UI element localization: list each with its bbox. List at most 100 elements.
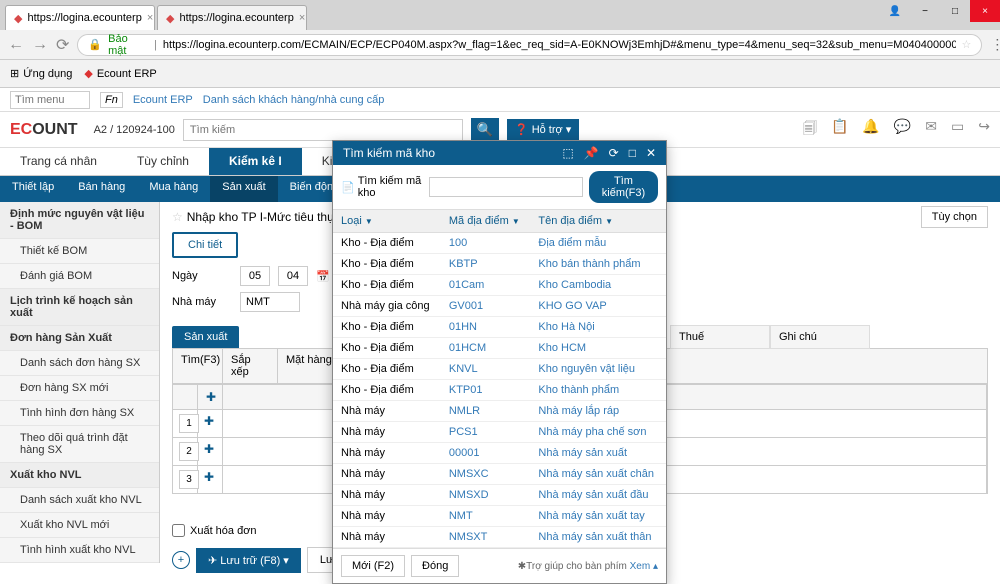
add-row-icon[interactable]: ✚ xyxy=(206,390,216,404)
cell-name[interactable]: Kho bán thành phẩm xyxy=(530,254,666,275)
row-number[interactable]: 1 xyxy=(179,414,199,433)
url-input[interactable]: 🔒 Bảo mật | https://logina.ecounterp.com… xyxy=(77,34,982,56)
grid-sort[interactable]: Sắp xếp xyxy=(223,349,278,383)
note-icon[interactable]: 🗐 xyxy=(803,118,817,142)
cell-name[interactable]: Địa điểm mẫu xyxy=(530,233,666,254)
subtab-production[interactable]: Sản xuất xyxy=(210,176,277,202)
ecount-bookmark[interactable]: ◆ Ecount ERP xyxy=(84,67,156,80)
maximize-button[interactable]: □ xyxy=(940,0,970,22)
table-row[interactable]: Kho - Địa điểm01HNKho Hà Nội xyxy=(333,317,666,338)
cell-name[interactable]: Kho Cambodia xyxy=(530,275,666,296)
sidebar-item[interactable]: Định mức nguyên vật liệu - BOM xyxy=(0,202,159,239)
tab-customize[interactable]: Tùy chỉnh xyxy=(117,148,209,175)
back-button[interactable]: ← xyxy=(8,36,24,54)
table-row[interactable]: Kho - Địa điểm01CamKho Cambodia xyxy=(333,275,666,296)
cell-name[interactable]: Nhà máy lắp ráp xyxy=(530,401,666,422)
pin-icon[interactable]: 📌 xyxy=(584,146,599,160)
table-row[interactable]: Kho - Địa điểm100Địa điểm mẫu xyxy=(333,233,666,254)
refresh-icon[interactable]: ⟳ xyxy=(609,146,619,160)
row-add-icon[interactable]: ✚ xyxy=(204,414,214,428)
date-input-2[interactable] xyxy=(278,266,308,286)
bookmark-star-icon[interactable]: ☆ xyxy=(962,38,972,51)
cell-name[interactable]: Nhà máy sản xuất tay xyxy=(530,506,666,527)
cell-code[interactable]: 01HN xyxy=(441,317,531,338)
cell-code[interactable]: KBTP xyxy=(441,254,531,275)
sidebar-item[interactable]: Đơn hàng SX mới xyxy=(0,376,159,401)
close-icon[interactable]: × xyxy=(147,12,153,24)
maximize-icon[interactable]: □ xyxy=(629,146,636,160)
cell-code[interactable]: PCS1 xyxy=(441,422,531,443)
cell-code[interactable]: NMT xyxy=(441,506,531,527)
row-number[interactable]: 3 xyxy=(179,470,199,489)
sidebar-item[interactable]: Danh sách xuất kho NVL xyxy=(0,488,159,513)
logout-icon[interactable]: ↪ xyxy=(978,118,990,142)
help-button[interactable]: ❓ Hỗ trợ ▾ xyxy=(507,119,579,140)
menu-search-input[interactable] xyxy=(10,91,90,109)
close-modal-icon[interactable]: ✕ xyxy=(646,146,656,160)
cell-name[interactable]: Nhà máy pha chế sơn xyxy=(530,422,666,443)
star-icon[interactable]: ☆ xyxy=(172,210,183,224)
sidebar-item[interactable]: Xuất kho NVL xyxy=(0,463,159,488)
subtab-purchase[interactable]: Mua hàng xyxy=(137,176,210,202)
col-name[interactable]: Tên địa điểm ▼ xyxy=(530,210,666,233)
user-icon[interactable]: 👤 xyxy=(880,0,910,22)
col-type[interactable]: Loại ▼ xyxy=(333,210,441,233)
main-search-input[interactable] xyxy=(183,119,463,141)
help-link[interactable]: Xem ▴ xyxy=(630,561,658,572)
cell-code[interactable]: 01Cam xyxy=(441,275,531,296)
close-icon[interactable]: × xyxy=(299,12,305,24)
tab-personal[interactable]: Trang cá nhân xyxy=(0,148,117,175)
table-row[interactable]: Kho - Địa điểm01HCMKho HCM xyxy=(333,338,666,359)
detail-tab[interactable]: Chi tiết xyxy=(172,232,238,258)
cell-name[interactable]: Nhà máy sản xuất xyxy=(530,443,666,464)
chrome-menu-icon[interactable]: ⋮ xyxy=(990,36,1000,53)
add-action-button[interactable]: + xyxy=(172,551,190,569)
row-add-icon[interactable]: ✚ xyxy=(204,442,214,456)
cell-name[interactable]: KHO GO VAP xyxy=(530,296,666,317)
row-number[interactable]: 2 xyxy=(179,442,199,461)
close-button[interactable]: Đóng xyxy=(411,555,459,577)
chat-icon[interactable]: 💬 xyxy=(894,118,911,142)
table-row[interactable]: Nhà máyNMSXTNhà máy sản xuất thân xyxy=(333,527,666,548)
cell-code[interactable]: NMSXC xyxy=(441,464,531,485)
msg-icon[interactable]: ▭ xyxy=(951,118,964,142)
fn-badge[interactable]: Fn xyxy=(100,92,123,108)
sidebar-item[interactable]: Tình hình đơn hàng SX xyxy=(0,401,159,426)
sidebar-item[interactable]: Đơn hàng Sản Xuất xyxy=(0,326,159,351)
table-row[interactable]: Kho - Địa điểmKNVLKho nguyên vật liệu xyxy=(333,359,666,380)
browser-tab-1[interactable]: ◆ https://logina.ecounterp × xyxy=(5,5,155,30)
close-window-button[interactable]: × xyxy=(970,0,1000,22)
calendar-icon[interactable]: 📅 xyxy=(316,270,330,283)
options-button[interactable]: Tùy chọn xyxy=(921,206,988,228)
sidebar-item[interactable]: Thiết kế BOM xyxy=(0,239,159,264)
sidebar-item[interactable]: Tình hình xuất kho NVL xyxy=(0,538,159,563)
table-row[interactable]: Nhà máyNMTNhà máy sản xuất tay xyxy=(333,506,666,527)
search-button[interactable]: 🔍 xyxy=(471,118,499,142)
cell-name[interactable]: Nhà máy sản xuất chân xyxy=(530,464,666,485)
table-row[interactable]: Kho - Địa điểmKBTPKho bán thành phẩm xyxy=(333,254,666,275)
mail-icon[interactable]: ✉ xyxy=(925,118,937,142)
save-button[interactable]: ✈ Lưu trữ (F8) ▾ xyxy=(196,548,301,573)
sidebar-item[interactable]: Đánh giá BOM xyxy=(0,264,159,289)
new-button[interactable]: Mới (F2) xyxy=(341,555,405,577)
cell-code[interactable]: GV001 xyxy=(441,296,531,317)
cell-name[interactable]: Kho HCM xyxy=(530,338,666,359)
popout-icon[interactable]: ⬚ xyxy=(562,146,573,160)
subtab-setup[interactable]: Thiết lập xyxy=(0,176,66,202)
cell-code[interactable]: KNVL xyxy=(441,359,531,380)
cell-code[interactable]: KTP01 xyxy=(441,380,531,401)
browser-tab-2[interactable]: ◆ https://logina.ecounterp × xyxy=(157,5,307,30)
breadcrumb-customers[interactable]: Danh sách khách hàng/nhà cung cấp xyxy=(203,94,385,106)
sidebar-item[interactable]: Lịch trình kế hoạch sản xuất xyxy=(0,289,159,326)
cell-code[interactable]: NMSXT xyxy=(441,527,531,548)
forward-button[interactable]: → xyxy=(32,36,48,54)
production-tab[interactable]: Sản xuất xyxy=(172,326,239,348)
table-row[interactable]: Nhà máyNMLRNhà máy lắp ráp xyxy=(333,401,666,422)
modal-search-input[interactable] xyxy=(429,177,583,197)
modal-search-button[interactable]: Tìm kiếm(F3) xyxy=(589,171,658,203)
cell-code[interactable]: NMSXD xyxy=(441,485,531,506)
subtab-sales[interactable]: Bán hàng xyxy=(66,176,137,202)
table-row[interactable]: Nhà máyNMSXDNhà máy sản xuất đầu xyxy=(333,485,666,506)
row-add-icon[interactable]: ✚ xyxy=(204,470,214,484)
table-row[interactable]: Nhà máy gia côngGV001KHO GO VAP xyxy=(333,296,666,317)
